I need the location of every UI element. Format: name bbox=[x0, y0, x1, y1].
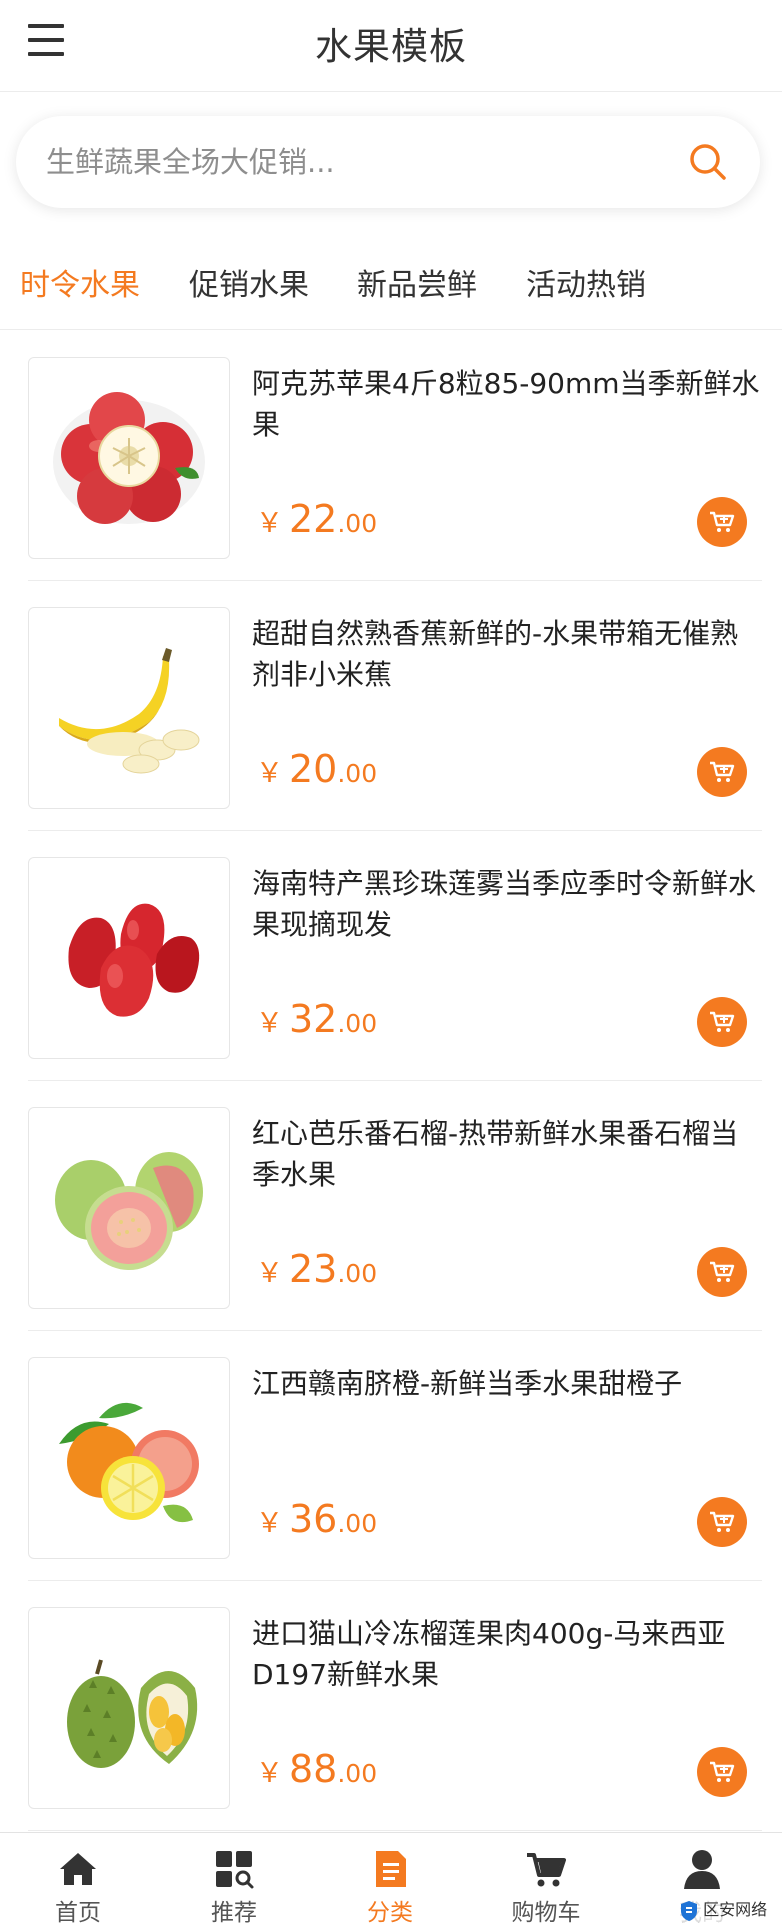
user-icon bbox=[684, 1850, 720, 1889]
search-input[interactable] bbox=[46, 138, 666, 186]
cart-plus-icon bbox=[710, 511, 735, 532]
add-to-cart-button[interactable] bbox=[697, 747, 747, 797]
product-image-durian[interactable] bbox=[28, 1607, 230, 1809]
nav-cart-label: 购物车 bbox=[511, 1900, 581, 1926]
product-item[interactable]: 海南特产黑珍珠莲雾当季应季时令新鲜水果现摘现发 ￥ 32.00 bbox=[28, 831, 762, 1081]
cart-plus-icon bbox=[710, 761, 735, 782]
cart-plus-icon bbox=[710, 1761, 735, 1782]
shield-logo-icon bbox=[681, 1900, 697, 1921]
product-price: ￥ 88.00 bbox=[256, 1747, 378, 1791]
product-item[interactable]: 进口猫山冷冻榴莲果肉400g-马来西亚D197新鲜水果 ￥ 88.00 bbox=[28, 1581, 762, 1831]
tab-seasonal-fruit[interactable]: 时令水果 bbox=[20, 260, 140, 304]
add-to-cart-button[interactable] bbox=[697, 1497, 747, 1547]
product-price: ￥ 22.00 bbox=[256, 497, 378, 541]
grid-search-icon bbox=[216, 1851, 254, 1889]
page-title: 水果模板 bbox=[315, 25, 467, 68]
product-list: 阿克苏苹果4斤8粒85-90mm当季新鲜水果 ￥ 22.00 超甜自然熟香蕉新鲜的 bbox=[0, 331, 782, 1831]
product-item[interactable]: 江西赣南脐橙-新鲜当季水果甜橙子 ￥ 36.00 bbox=[28, 1331, 762, 1581]
cart-plus-icon bbox=[710, 1011, 735, 1032]
add-to-cart-button[interactable] bbox=[697, 497, 747, 547]
nav-category-label: 分类 bbox=[367, 1900, 413, 1926]
add-to-cart-button[interactable] bbox=[697, 1247, 747, 1297]
app-page: 水果模板 时令水果 促销水果 新品尝鲜 活动热销 bbox=[0, 0, 782, 1930]
add-to-cart-button[interactable] bbox=[697, 1747, 747, 1797]
product-image-orange[interactable] bbox=[28, 1357, 230, 1559]
nav-home-label: 首页 bbox=[55, 1900, 101, 1926]
product-name[interactable]: 进口猫山冷冻榴莲果肉400g-马来西亚D197新鲜水果 bbox=[252, 1613, 764, 1695]
product-name[interactable]: 江西赣南脐橙-新鲜当季水果甜橙子 bbox=[252, 1363, 764, 1404]
top-bar: 水果模板 bbox=[0, 0, 782, 92]
watermark-text: 区安网络 bbox=[703, 1900, 768, 1919]
product-price: ￥ 20.00 bbox=[256, 747, 378, 791]
cart-icon bbox=[527, 1853, 566, 1887]
home-icon bbox=[60, 1853, 96, 1885]
product-price: ￥ 32.00 bbox=[256, 997, 378, 1041]
nav-cart[interactable]: 购物车 bbox=[468, 1833, 624, 1930]
product-image-banana[interactable] bbox=[28, 607, 230, 809]
tab-hot-sellers[interactable]: 活动热销 bbox=[526, 260, 646, 304]
product-item[interactable]: 阿克苏苹果4斤8粒85-90mm当季新鲜水果 ￥ 22.00 bbox=[28, 331, 762, 581]
nav-category[interactable]: 分类 bbox=[312, 1833, 468, 1930]
product-price: ￥ 36.00 bbox=[256, 1497, 378, 1541]
search-icon[interactable] bbox=[686, 140, 730, 184]
category-tabs: 时令水果 促销水果 新品尝鲜 活动热销 bbox=[0, 240, 782, 330]
product-name[interactable]: 海南特产黑珍珠莲雾当季应季时令新鲜水果现摘现发 bbox=[252, 863, 764, 945]
watermark: 区安网络 bbox=[676, 1894, 772, 1922]
cart-plus-icon bbox=[710, 1261, 735, 1282]
bottom-tab-bar: 首页 推荐 分类 购物车 bbox=[0, 1832, 782, 1930]
nav-recommend-label: 推荐 bbox=[211, 1900, 257, 1926]
product-image-apple[interactable] bbox=[28, 357, 230, 559]
nav-recommend[interactable]: 推荐 bbox=[156, 1833, 312, 1930]
product-name[interactable]: 阿克苏苹果4斤8粒85-90mm当季新鲜水果 bbox=[252, 363, 764, 445]
product-image-wax-apple[interactable] bbox=[28, 857, 230, 1059]
product-image-guava[interactable] bbox=[28, 1107, 230, 1309]
nav-home[interactable]: 首页 bbox=[0, 1833, 156, 1930]
search-bar bbox=[16, 116, 760, 208]
product-price: ￥ 23.00 bbox=[256, 1247, 378, 1291]
add-to-cart-button[interactable] bbox=[697, 997, 747, 1047]
tab-new-arrivals[interactable]: 新品尝鲜 bbox=[357, 260, 477, 304]
product-item[interactable]: 超甜自然熟香蕉新鲜的-水果带箱无催熟剂非小米蕉 ￥ 20.00 bbox=[28, 581, 762, 831]
product-item[interactable]: 红心芭乐番石榴-热带新鲜水果番石榴当季水果 ￥ 23.00 bbox=[28, 1081, 762, 1331]
cart-plus-icon bbox=[710, 1511, 735, 1532]
document-icon bbox=[376, 1851, 406, 1887]
tab-promo-fruit[interactable]: 促销水果 bbox=[189, 260, 309, 304]
product-name[interactable]: 红心芭乐番石榴-热带新鲜水果番石榴当季水果 bbox=[252, 1113, 764, 1195]
product-name[interactable]: 超甜自然熟香蕉新鲜的-水果带箱无催熟剂非小米蕉 bbox=[252, 613, 764, 695]
